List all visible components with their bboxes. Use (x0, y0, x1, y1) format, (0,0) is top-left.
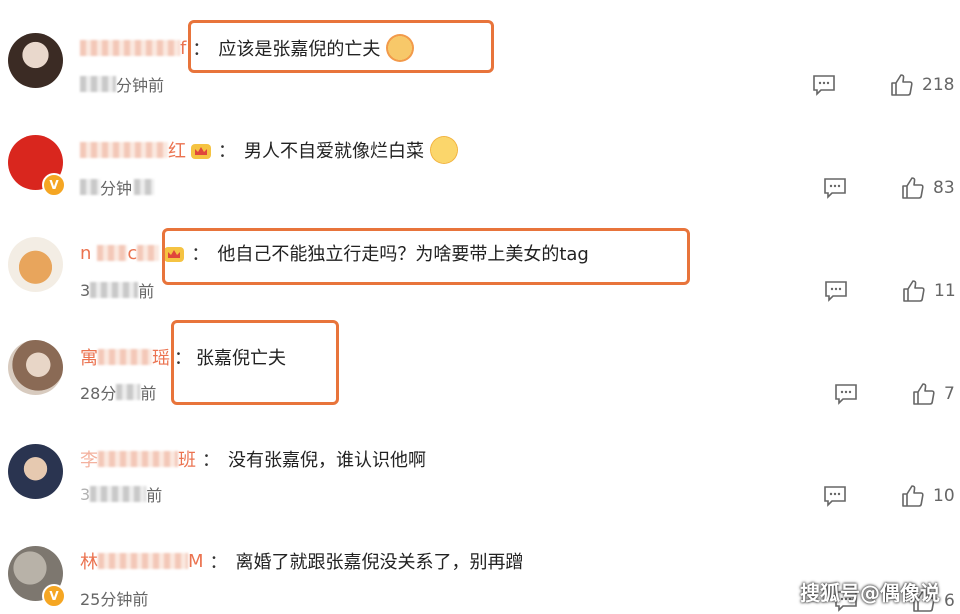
comment-text: 张嘉倪亡夫 (196, 348, 286, 369)
comment-item: 寓 瑶 ： 张嘉倪亡夫 28分 前 7 (0, 310, 960, 430)
like-button[interactable]: 10 (901, 484, 955, 508)
thumbs-up-icon (902, 177, 924, 199)
watermark: 搜狐号@偶像说 (800, 581, 940, 605)
comment-item: V 红 ： 男人不自爱就像烂白菜 分钟 83 (0, 100, 960, 200)
timestamp: 前 (138, 282, 155, 301)
comment-icon (825, 281, 847, 302)
username[interactable]: f (180, 38, 186, 59)
blurred-username (80, 40, 180, 56)
comment-button[interactable] (823, 485, 847, 507)
blurred-time (116, 384, 141, 400)
like-count: 11 (934, 281, 956, 301)
blurred-time (90, 282, 139, 298)
blurred-username (97, 245, 128, 261)
timestamp: 分钟 (100, 179, 133, 198)
avatar[interactable] (8, 340, 63, 395)
comment-button[interactable] (812, 74, 836, 96)
verified-badge-icon: V (42, 173, 66, 197)
comment-icon (824, 178, 846, 199)
timestamp: 分钟前 (116, 76, 165, 95)
avatar[interactable] (8, 33, 63, 88)
username-part: M (188, 550, 204, 572)
username[interactable]: 红 (168, 137, 186, 163)
username[interactable]: 李 (80, 446, 98, 472)
timestamp-prefix: 3 (80, 280, 91, 300)
blurred-time (90, 486, 147, 502)
like-count: 6 (944, 591, 955, 611)
comment-icon (835, 384, 857, 405)
thumbs-up-icon (891, 74, 913, 96)
like-button[interactable]: 218 (890, 73, 954, 97)
crown-badge-icon (164, 247, 185, 262)
blurred-username (137, 245, 160, 261)
comment-text: 离婚了就跟张嘉倪没关系了，别再蹭 (235, 552, 524, 573)
comment-text: 没有张嘉倪，谁认识他啊 (228, 450, 426, 471)
colon: ： (191, 244, 210, 265)
timestamp: 前 (140, 384, 157, 403)
blurred-username (98, 451, 178, 467)
timestamp-prefix: 28分 (80, 384, 117, 403)
comment-icon (824, 486, 846, 507)
comment-item: 李 班 ： 没有张嘉倪，谁认识他啊 3 前 10 (0, 430, 960, 540)
comment-text: 男人不自爱就像烂白菜 (244, 141, 424, 162)
colon: ： (209, 552, 228, 573)
blurred-username (98, 553, 188, 569)
like-count: 7 (944, 384, 955, 404)
thumbs-up-icon (903, 280, 925, 302)
like-count: 10 (933, 486, 955, 506)
colon: ： (218, 141, 236, 162)
colon: ： (192, 39, 211, 60)
username-part: c (127, 242, 138, 264)
colon: ： (174, 348, 192, 369)
blurred-time (80, 76, 116, 92)
comment-icon (813, 75, 835, 96)
avatar[interactable] (8, 237, 63, 292)
comment-item: n c ： 他自己不能独立行走吗？为啥要带上美女的tag 3 前 11 (0, 200, 960, 310)
blurred-username (98, 349, 152, 365)
username[interactable]: n (80, 243, 91, 264)
timestamp: 前 (146, 486, 163, 505)
cat-emoji-icon (386, 34, 415, 62)
colon: ： (202, 450, 220, 471)
username-part: 班 (178, 450, 196, 471)
crown-badge-icon (191, 144, 211, 159)
avatar[interactable] (8, 444, 63, 499)
blurred-username (80, 142, 168, 158)
comment-button[interactable] (834, 383, 858, 405)
comment-text: 他自己不能独立行走吗？为啥要带上美女的tag (217, 244, 589, 265)
shush-emoji-icon (430, 136, 458, 164)
like-count: 83 (933, 178, 955, 198)
timestamp: 25分钟前 (80, 590, 149, 609)
comment-text: 应该是张嘉倪的亡夫 (218, 39, 381, 60)
blurred-time (80, 179, 100, 195)
comment-button[interactable] (824, 280, 848, 302)
like-button[interactable]: 11 (902, 279, 956, 303)
comment-item: f ： 应该是张嘉倪的亡夫 分钟前 218 (0, 0, 960, 100)
comment-button[interactable] (823, 177, 847, 199)
username-part: 瑶 (152, 348, 170, 369)
like-count: 218 (922, 75, 955, 95)
username[interactable]: 寓 (80, 344, 98, 370)
thumbs-up-icon (913, 383, 935, 405)
blurred-time (134, 179, 155, 195)
thumbs-up-icon (902, 485, 924, 507)
verified-badge-icon: V (42, 584, 66, 608)
username[interactable]: 林 (80, 548, 98, 574)
timestamp-prefix: 3 (80, 484, 91, 504)
like-button[interactable]: 7 (912, 382, 955, 406)
like-button[interactable]: 83 (901, 176, 955, 200)
